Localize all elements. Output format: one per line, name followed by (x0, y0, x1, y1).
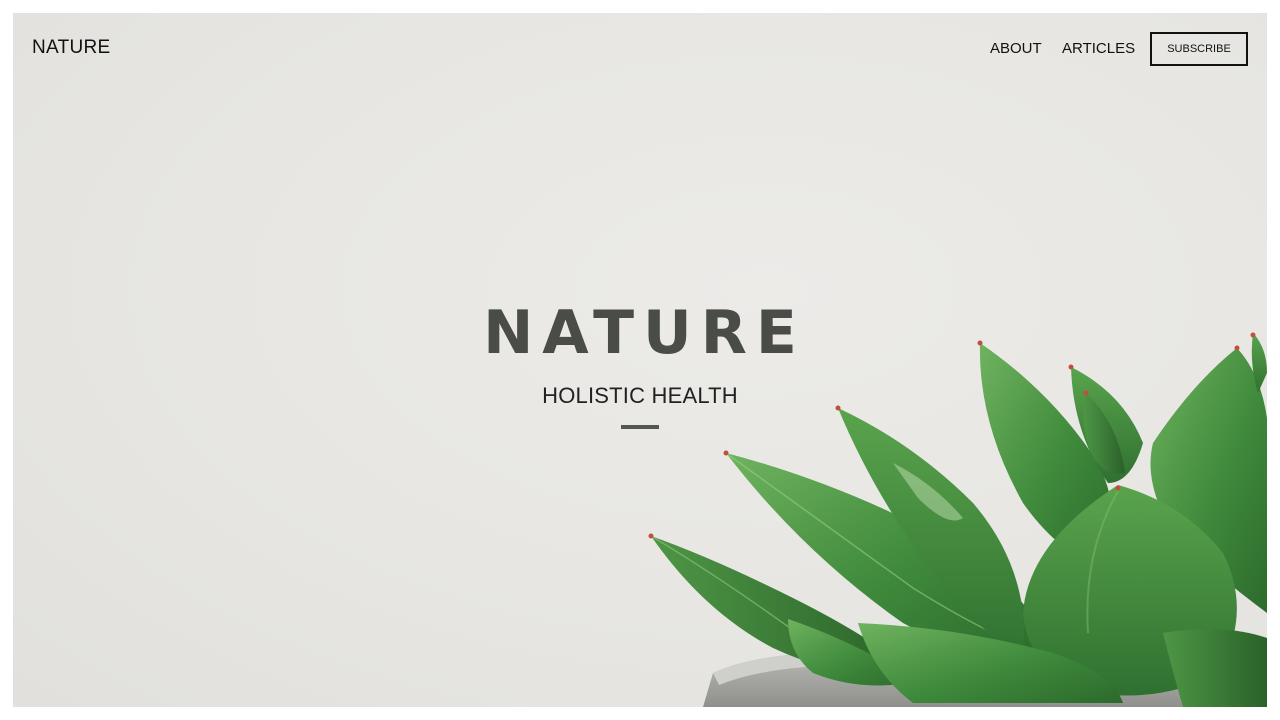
nav-articles-link[interactable]: ARTICLES (1062, 40, 1135, 57)
hero-section: NATURE ABOUT ARTICLES SUBSCRIBE NATURE H… (13, 13, 1267, 707)
hero-divider (621, 425, 659, 429)
brand-logo[interactable]: NATURE (32, 37, 111, 59)
hero-subtitle: HOLISTIC HEALTH (542, 383, 738, 408)
subscribe-button[interactable]: SUBSCRIBE (1150, 32, 1248, 66)
hero-title: NATURE (483, 298, 806, 368)
nav-about-link[interactable]: ABOUT (990, 40, 1042, 57)
